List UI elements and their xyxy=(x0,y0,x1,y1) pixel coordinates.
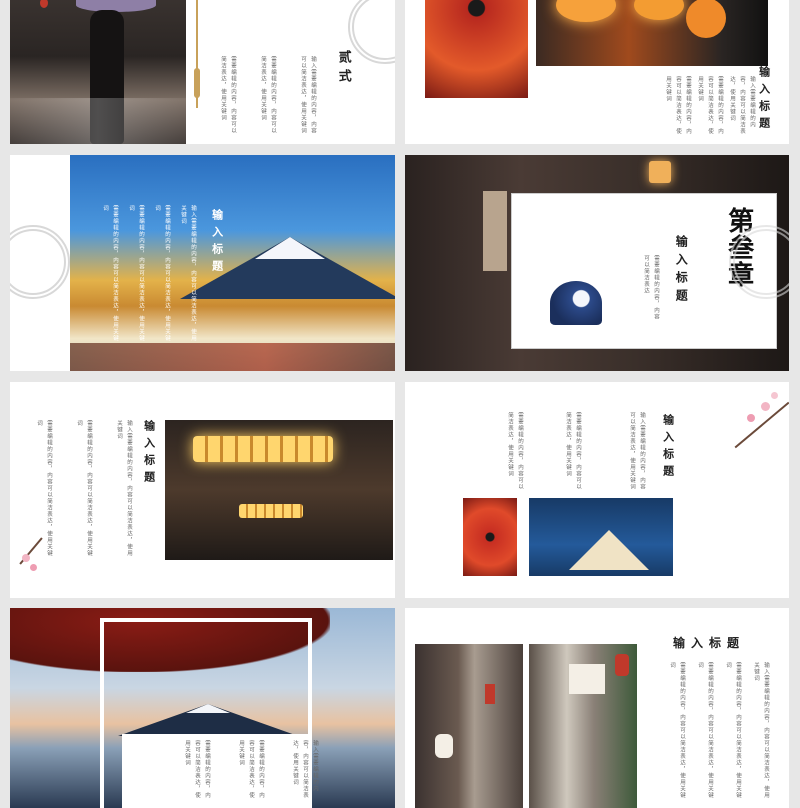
slide-3[interactable]: 输入标题 输入需要编辑的内容，内容可以简洁表达，使用关键词 需要编辑的内容，内容… xyxy=(10,155,395,371)
slide-1-paragraph-2: 需要编辑的内容，内容可以简洁表达，使用关键词 xyxy=(260,56,276,134)
old-street-photo xyxy=(415,644,523,808)
slide-7-paragraph-1: 输入需要编辑的内容，内容可以简洁表达，使用关键词 xyxy=(292,740,318,799)
text-panel xyxy=(122,734,312,808)
slide-4[interactable]: 第叁章 输入标题 需要编辑的内容，内容可以简洁表达 xyxy=(405,155,789,371)
alley-lanterns-photo xyxy=(529,644,637,808)
slide-6-paragraph-2: 需要编辑的内容，内容可以简洁表达，使用关键词 xyxy=(565,412,581,490)
cherry-blossom-branch-icon xyxy=(10,537,50,598)
slide-5[interactable]: 输入标题 输入需要编辑的内容，内容可以简洁表达，使用关键词 需要编辑的内容，内容… xyxy=(10,382,395,598)
slide-2-heading: 输入标题 xyxy=(757,66,771,134)
red-parasol-photo xyxy=(425,0,528,98)
slide-2[interactable]: 输入标题 输入需要编辑的内容，内容可以简洁表达，使用关键词 需要编辑的内容，内容… xyxy=(405,0,789,144)
slide-4-paragraph-1: 需要编辑的内容，内容可以简洁表达 xyxy=(643,255,659,320)
slide-5-paragraph-3: 需要编辑的内容，内容可以简洁表达，使用关键词 xyxy=(36,420,52,557)
slide-2-paragraph-3: 需要编辑的内容，内容可以简洁表达，使用关键词 xyxy=(665,76,691,135)
slide-7-paragraph-3: 需要编辑的内容，内容可以简洁表达，使用关键词 xyxy=(184,740,210,799)
slide-1-paragraph-1: 输入需要编辑的内容，内容可以简洁表达，使用关键词 xyxy=(300,56,316,134)
slide-8[interactable]: 输入标题 输入需要编辑的内容，内容可以简洁表达，使用关键词 需要编辑的内容，内容… xyxy=(405,608,789,808)
slide-5-paragraph-1: 输入需要编辑的内容，内容可以简洁表达，使用关键词 xyxy=(116,420,132,557)
slide-2-paragraph-1: 输入需要编辑的内容，内容可以简洁表达，使用关键词 xyxy=(729,76,755,135)
slide-8-paragraph-3: 需要编辑的内容，内容可以简洁表达，使用关键词 xyxy=(697,662,713,799)
slide-5-paragraph-2: 需要编辑的内容，内容可以简洁表达，使用关键词 xyxy=(76,420,92,557)
red-parasol-photo xyxy=(463,498,517,576)
slide-8-paragraph-4: 需要编辑的内容，内容可以简洁表达，使用关键词 xyxy=(669,662,685,799)
slide-6[interactable]: 输入标题 输入需要编辑的内容，内容可以简洁表达，使用关键词 需要编辑的内容，内容… xyxy=(405,382,789,598)
slide-3-paragraph-1: 输入需要编辑的内容，内容可以简洁表达，使用关键词 xyxy=(180,205,196,342)
slide-4-heading: 输入标题 xyxy=(674,235,689,307)
slide-6-heading: 输入标题 xyxy=(661,414,675,482)
slide-3-heading: 输入标题 xyxy=(210,209,224,277)
slide-1-paragraph-3: 需要编辑的内容，内容可以简洁表达，使用关键词 xyxy=(220,56,236,134)
cherry-blossom-branch-icon xyxy=(721,384,789,474)
lanterns-photo xyxy=(536,0,768,66)
slide-8-heading: 输入标题 xyxy=(673,636,746,650)
slide-1[interactable]: 输入需要编辑的内容，内容可以简洁表达，使用关键词 需要编辑的内容，内容可以简洁表… xyxy=(10,0,395,144)
seal-ornament-icon xyxy=(10,225,70,299)
lantern-alley-photo xyxy=(165,420,393,560)
gold-accent-dot xyxy=(194,68,200,98)
great-wave-icon xyxy=(550,281,602,325)
street-umbrella-photo xyxy=(10,0,186,144)
slide-3-paragraph-4: 需要编辑的内容，内容可以简洁表达，使用关键词 xyxy=(102,205,118,342)
slide-7-paragraph-2: 需要编辑的内容，内容可以简洁表达，使用关键词 xyxy=(238,740,264,799)
slide-8-paragraph-1: 输入需要编辑的内容，内容可以简洁表达，使用关键词 xyxy=(753,662,769,799)
slide-6-paragraph-3: 需要编辑的内容，内容可以简洁表达，使用关键词 xyxy=(507,412,523,490)
slide-2-paragraph-2: 需要编辑的内容，内容可以简洁表达，使用关键词 xyxy=(697,76,723,135)
slide-6-paragraph-1: 输入需要编辑的内容，内容可以简洁表达，使用关键词 xyxy=(629,412,645,490)
seal-ornament-icon xyxy=(348,0,395,64)
slide-5-heading: 输入标题 xyxy=(142,420,156,488)
slide-7[interactable]: 输入需要编辑的内容，内容可以简洁表达，使用关键词 需要编辑的内容，内容可以简洁表… xyxy=(10,608,395,808)
slide-1-chapter-heading: 贰式 xyxy=(335,50,351,88)
slide-3-paragraph-2: 需要编辑的内容，内容可以简洁表达，使用关键词 xyxy=(154,205,170,342)
slide-8-paragraph-2: 需要编辑的内容，内容可以简洁表达，使用关键词 xyxy=(725,662,741,799)
slide-3-paragraph-3: 需要编辑的内容，内容可以简洁表达，使用关键词 xyxy=(128,205,144,342)
mount-fuji-aerial-photo xyxy=(529,498,673,576)
